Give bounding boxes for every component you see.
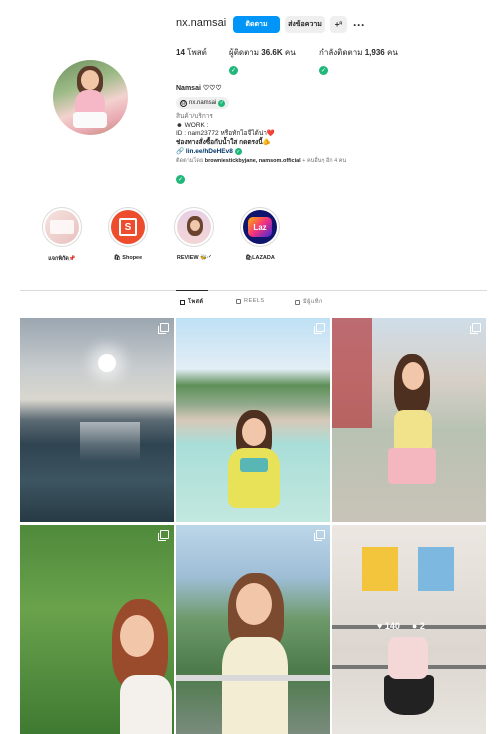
heart-icon: ♥ — [377, 621, 383, 631]
carousel-icon — [314, 323, 325, 334]
highlight-label: REVIEW 🐝·ᐟ — [176, 255, 212, 261]
tagged-icon — [295, 299, 300, 305]
post-tile[interactable] — [176, 525, 330, 734]
followed-by-text[interactable]: ติดตามโดย browniestickbyjane, namsom.off… — [176, 157, 346, 165]
bio-link[interactable]: 🔗 lin.ee/hDeHEv8 ✓ — [176, 148, 242, 156]
tab-reels[interactable]: REELS — [236, 298, 265, 304]
shopee-icon: S — [119, 218, 137, 236]
more-options-button[interactable]: ··· — [352, 16, 366, 33]
active-tab-indicator — [176, 290, 208, 291]
post-tile[interactable] — [20, 318, 174, 522]
threads-icon: @ — [180, 99, 187, 107]
bio-line: ช่องทางสั่งซื้อกับน้ำใส กดตรงนี้🫵 — [176, 139, 271, 146]
carousel-icon — [158, 323, 169, 334]
highlight-review[interactable] — [174, 207, 214, 247]
grid-icon — [180, 299, 185, 305]
display-name: Namsai ♡♡♡ — [176, 85, 222, 92]
tab-tagged[interactable]: มีผู้แท็ก — [295, 298, 323, 306]
post-tile[interactable]: ♥ 140 ● 2 — [332, 525, 486, 734]
follow-button[interactable]: ติดตาม — [233, 16, 280, 33]
bio-line: ☻ WORK : — [176, 122, 209, 129]
carousel-icon — [314, 530, 325, 541]
verified-icon: ✓ — [234, 148, 242, 155]
message-button[interactable]: ส่งข้อความ — [285, 16, 325, 33]
link-icon: 🔗 — [176, 148, 185, 156]
verified-icon: ✓ — [229, 66, 238, 75]
carousel-icon — [158, 530, 169, 541]
reels-icon — [236, 298, 241, 304]
verified-icon: ✓ — [218, 99, 226, 107]
highlight-label: แจกพิกัด📌 — [48, 256, 76, 262]
bio-line: ID : nam23772 หรือทักไอจีได้น่า❤️ — [176, 130, 276, 137]
comment-icon: ● — [411, 621, 418, 631]
posts-stat: 14 โพสต์ — [176, 48, 207, 57]
following-stat[interactable]: กำลังติดตาม 1,936 คน — [319, 46, 398, 59]
suggest-user-button[interactable]: + ᴿ — [330, 16, 347, 33]
lazada-icon: Laz — [248, 217, 272, 237]
tab-posts[interactable]: โพสต์ — [180, 298, 204, 306]
highlight-label: 🛍 Shopee — [113, 255, 143, 261]
tabs-divider — [20, 290, 487, 291]
post-tile[interactable] — [176, 318, 330, 522]
like-stat: ♥ 140 — [377, 621, 400, 631]
profile-username: nx.namsai — [176, 17, 227, 29]
profile-category: สินค้า/บริการ — [176, 113, 213, 120]
post-tile[interactable] — [20, 525, 174, 734]
carousel-icon — [470, 323, 481, 334]
post-tile[interactable] — [332, 318, 486, 522]
comment-stat: ● 2 — [411, 621, 425, 631]
highlight-label: 🛍LAZADA — [245, 255, 275, 261]
followers-stat[interactable]: ผู้ติดตาม 36.6K คน — [229, 46, 296, 59]
verified-icon: ✓ — [176, 175, 185, 184]
profile-avatar[interactable] — [53, 60, 128, 135]
highlight-lazada[interactable]: Laz — [240, 207, 280, 247]
highlight-shopee[interactable]: S — [108, 207, 148, 247]
highlight-pins[interactable] — [42, 207, 82, 247]
post-hover-stats: ♥ 140 ● 2 — [377, 621, 425, 631]
threads-badge[interactable]: @ nx.namsai ✓ — [176, 97, 230, 109]
verified-icon: ✓ — [319, 66, 328, 75]
